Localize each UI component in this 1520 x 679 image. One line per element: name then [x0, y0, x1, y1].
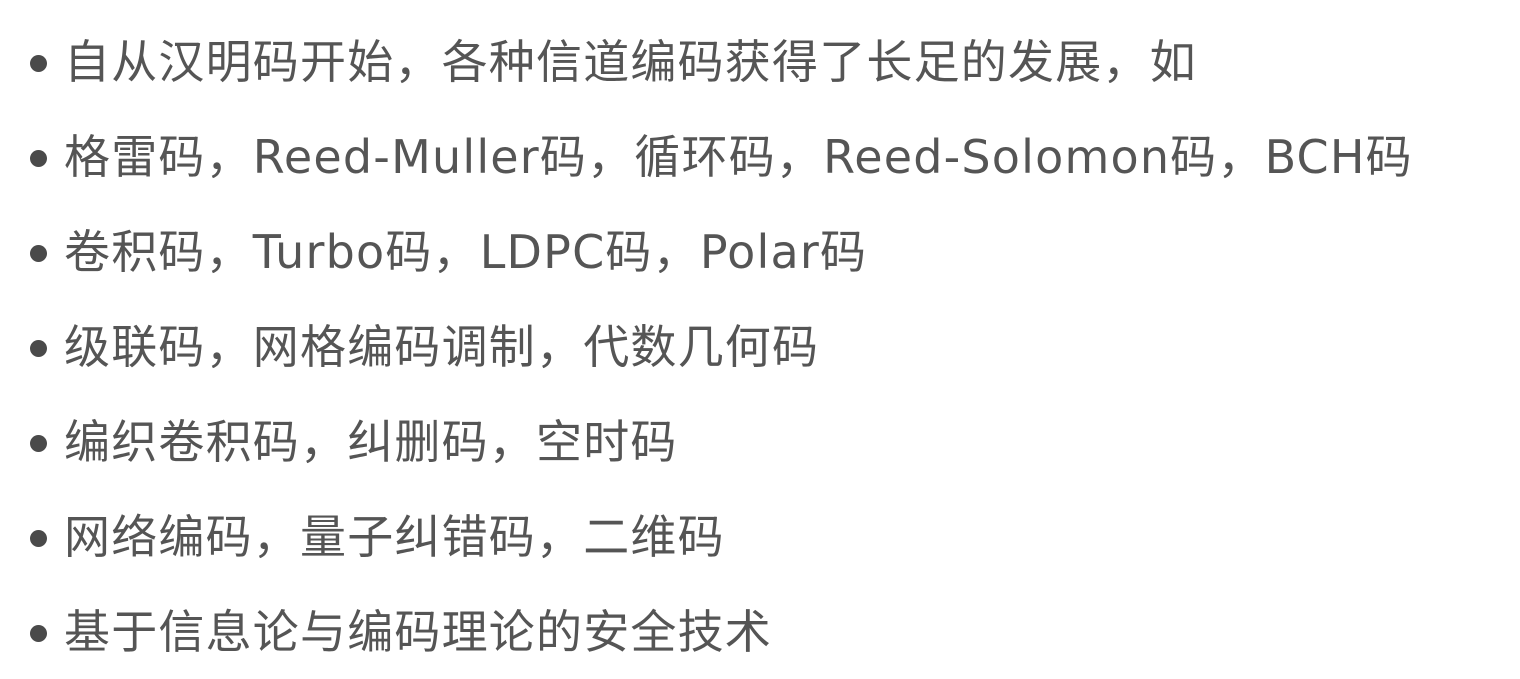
bullet-text: 基于信息论与编码理论的安全技术 — [64, 604, 772, 659]
bullet-dot-icon — [30, 55, 47, 72]
list-item: 级联码，网格编码调制，代数几何码 — [30, 299, 1510, 394]
bullet-text: 自从汉明码开始，各种信道编码获得了长足的发展，如 — [64, 34, 1197, 89]
bullet-text: 编织卷积码，纠删码，空时码 — [64, 414, 678, 469]
slide-content: 自从汉明码开始，各种信道编码获得了长足的发展，如 格雷码，Reed-Muller… — [0, 0, 1520, 676]
list-item: 卷积码，Turbo码，LDPC码，Polar码 — [30, 204, 1510, 299]
bullet-text: 级联码，网格编码调制，代数几何码 — [64, 319, 820, 374]
list-item: 格雷码，Reed-Muller码，循环码，Reed-Solomon码，BCH码 — [30, 109, 1510, 204]
bullet-dot-icon — [30, 340, 47, 357]
bullet-text: 卷积码，Turbo码，LDPC码，Polar码 — [64, 224, 868, 279]
bullet-dot-icon — [30, 435, 47, 452]
bullet-list: 自从汉明码开始，各种信道编码获得了长足的发展，如 格雷码，Reed-Muller… — [30, 14, 1510, 679]
bullet-dot-icon — [30, 530, 47, 547]
list-item: 自从汉明码开始，各种信道编码获得了长足的发展，如 — [30, 14, 1510, 109]
bullet-dot-icon — [30, 625, 47, 642]
list-item: 编织卷积码，纠删码，空时码 — [30, 394, 1510, 489]
bullet-text: 网络编码，量子纠错码，二维码 — [64, 509, 725, 564]
bullet-dot-icon — [30, 150, 47, 167]
bullet-text: 格雷码，Reed-Muller码，循环码，Reed-Solomon码，BCH码 — [64, 129, 1413, 184]
bullet-dot-icon — [30, 245, 47, 262]
list-item: 网络编码，量子纠错码，二维码 — [30, 489, 1510, 584]
list-item: 基于信息论与编码理论的安全技术 — [30, 584, 1510, 679]
